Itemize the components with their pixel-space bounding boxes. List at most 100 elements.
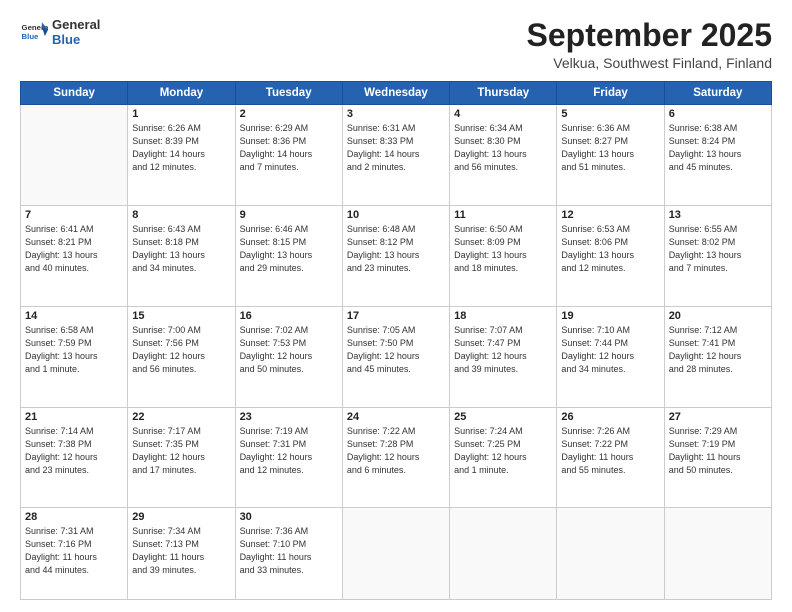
day-number: 12 <box>561 209 659 221</box>
day-info: Sunrise: 6:53 AMSunset: 8:06 PMDaylight:… <box>561 223 659 275</box>
col-wednesday: Wednesday <box>342 82 449 105</box>
table-row: 3 Sunrise: 6:31 AMSunset: 8:33 PMDaylight… <box>342 105 449 206</box>
table-row <box>342 508 449 600</box>
day-number: 8 <box>132 209 230 221</box>
day-info: Sunrise: 7:12 AMSunset: 7:41 PMDaylight:… <box>669 324 767 376</box>
day-number: 14 <box>25 310 123 322</box>
day-number: 26 <box>561 411 659 423</box>
day-info: Sunrise: 6:34 AMSunset: 8:30 PMDaylight:… <box>454 122 552 174</box>
col-thursday: Thursday <box>450 82 557 105</box>
table-row: 22Sunrise: 7:17 AMSunset: 7:35 PMDayligh… <box>128 407 235 508</box>
table-row <box>557 508 664 600</box>
page-header: General Blue General Blue September 2025… <box>20 18 772 71</box>
table-row: 25Sunrise: 7:24 AMSunset: 7:25 PMDayligh… <box>450 407 557 508</box>
col-sunday: Sunday <box>21 82 128 105</box>
col-saturday: Saturday <box>664 82 771 105</box>
day-info: Sunrise: 6:38 AMSunset: 8:24 PMDaylight:… <box>669 122 767 174</box>
table-row: 5 Sunrise: 6:36 AMSunset: 8:27 PMDaylight… <box>557 105 664 206</box>
table-row: 10 Sunrise: 6:48 AMSunset: 8:12 PMDayligh… <box>342 205 449 306</box>
table-row: 11 Sunrise: 6:50 AMSunset: 8:09 PMDayligh… <box>450 205 557 306</box>
day-info: Sunrise: 6:29 AMSunset: 8:36 PMDaylight:… <box>240 122 338 174</box>
day-number: 10 <box>347 209 445 221</box>
day-info: Sunrise: 6:55 AMSunset: 8:02 PMDaylight:… <box>669 223 767 275</box>
logo-icon: General Blue <box>20 19 48 47</box>
logo-general-text: General <box>52 18 100 33</box>
table-row: 19 Sunrise: 7:10 AMSunset: 7:44 PMDayligh… <box>557 306 664 407</box>
table-row: 30Sunrise: 7:36 AMSunset: 7:10 PMDayligh… <box>235 508 342 600</box>
day-info: Sunrise: 6:58 AMSunset: 7:59 PMDaylight:… <box>25 324 123 376</box>
day-info: Sunrise: 7:22 AMSunset: 7:28 PMDaylight:… <box>347 425 445 477</box>
day-info: Sunrise: 7:31 AMSunset: 7:16 PMDaylight:… <box>25 525 123 577</box>
day-info: Sunrise: 7:34 AMSunset: 7:13 PMDaylight:… <box>132 525 230 577</box>
day-number: 29 <box>132 511 230 523</box>
col-monday: Monday <box>128 82 235 105</box>
logo-blue-text: Blue <box>52 33 100 48</box>
day-number: 24 <box>347 411 445 423</box>
table-row: 7 Sunrise: 6:41 AMSunset: 8:21 PMDaylight… <box>21 205 128 306</box>
table-row: 9 Sunrise: 6:46 AMSunset: 8:15 PMDaylight… <box>235 205 342 306</box>
table-row: 8 Sunrise: 6:43 AMSunset: 8:18 PMDaylight… <box>128 205 235 306</box>
day-number: 3 <box>347 108 445 120</box>
day-info: Sunrise: 7:36 AMSunset: 7:10 PMDaylight:… <box>240 525 338 577</box>
calendar-table: Sunday Monday Tuesday Wednesday Thursday… <box>20 81 772 600</box>
table-row: 23 Sunrise: 7:19 AMSunset: 7:31 PMDayligh… <box>235 407 342 508</box>
table-row <box>450 508 557 600</box>
day-number: 6 <box>669 108 767 120</box>
day-info: Sunrise: 7:02 AMSunset: 7:53 PMDaylight:… <box>240 324 338 376</box>
table-row: 29 Sunrise: 7:34 AMSunset: 7:13 PMDayligh… <box>128 508 235 600</box>
title-block: September 2025 Velkua, Southwest Finland… <box>527 18 772 71</box>
day-number: 11 <box>454 209 552 221</box>
day-info: Sunrise: 7:07 AMSunset: 7:47 PMDaylight:… <box>454 324 552 376</box>
table-row <box>664 508 771 600</box>
table-row: 6 Sunrise: 6:38 AMSunset: 8:24 PMDaylight… <box>664 105 771 206</box>
day-number: 13 <box>669 209 767 221</box>
day-number: 4 <box>454 108 552 120</box>
day-number: 9 <box>240 209 338 221</box>
table-row: 4 Sunrise: 6:34 AMSunset: 8:30 PMDaylight… <box>450 105 557 206</box>
svg-text:Blue: Blue <box>22 32 40 41</box>
table-row: 2 Sunrise: 6:29 AMSunset: 8:36 PMDaylight… <box>235 105 342 206</box>
day-number: 16 <box>240 310 338 322</box>
day-number: 5 <box>561 108 659 120</box>
day-number: 19 <box>561 310 659 322</box>
day-number: 28 <box>25 511 123 523</box>
table-row: 21Sunrise: 7:14 AMSunset: 7:38 PMDayligh… <box>21 407 128 508</box>
day-info: Sunrise: 7:29 AMSunset: 7:19 PMDaylight:… <box>669 425 767 477</box>
day-info: Sunrise: 7:17 AMSunset: 7:35 PMDaylight:… <box>132 425 230 477</box>
day-info: Sunrise: 6:50 AMSunset: 8:09 PMDaylight:… <box>454 223 552 275</box>
col-tuesday: Tuesday <box>235 82 342 105</box>
day-number: 7 <box>25 209 123 221</box>
day-number: 27 <box>669 411 767 423</box>
table-row: 1 Sunrise: 6:26 AMSunset: 8:39 PMDaylight… <box>128 105 235 206</box>
day-info: Sunrise: 7:00 AMSunset: 7:56 PMDaylight:… <box>132 324 230 376</box>
day-info: Sunrise: 6:26 AMSunset: 8:39 PMDaylight:… <box>132 122 230 174</box>
table-row <box>21 105 128 206</box>
table-row: 20Sunrise: 7:12 AMSunset: 7:41 PMDayligh… <box>664 306 771 407</box>
table-row: 17Sunrise: 7:05 AMSunset: 7:50 PMDayligh… <box>342 306 449 407</box>
day-info: Sunrise: 6:41 AMSunset: 8:21 PMDaylight:… <box>25 223 123 275</box>
day-info: Sunrise: 6:31 AMSunset: 8:33 PMDaylight:… <box>347 122 445 174</box>
table-row: 15Sunrise: 7:00 AMSunset: 7:56 PMDayligh… <box>128 306 235 407</box>
table-row: 14 Sunrise: 6:58 AMSunset: 7:59 PMDayligh… <box>21 306 128 407</box>
day-info: Sunrise: 7:19 AMSunset: 7:31 PMDaylight:… <box>240 425 338 477</box>
day-info: Sunrise: 6:46 AMSunset: 8:15 PMDaylight:… <box>240 223 338 275</box>
table-row: 28 Sunrise: 7:31 AMSunset: 7:16 PMDayligh… <box>21 508 128 600</box>
month-title: September 2025 <box>527 18 772 53</box>
table-row: 24 Sunrise: 7:22 AMSunset: 7:28 PMDayligh… <box>342 407 449 508</box>
table-row: 16 Sunrise: 7:02 AMSunset: 7:53 PMDayligh… <box>235 306 342 407</box>
day-info: Sunrise: 6:48 AMSunset: 8:12 PMDaylight:… <box>347 223 445 275</box>
day-info: Sunrise: 6:36 AMSunset: 8:27 PMDaylight:… <box>561 122 659 174</box>
day-number: 1 <box>132 108 230 120</box>
day-info: Sunrise: 7:14 AMSunset: 7:38 PMDaylight:… <box>25 425 123 477</box>
day-number: 2 <box>240 108 338 120</box>
table-row: 26Sunrise: 7:26 AMSunset: 7:22 PMDayligh… <box>557 407 664 508</box>
day-number: 23 <box>240 411 338 423</box>
table-row: 13 Sunrise: 6:55 AMSunset: 8:02 PMDayligh… <box>664 205 771 306</box>
col-friday: Friday <box>557 82 664 105</box>
day-info: Sunrise: 7:05 AMSunset: 7:50 PMDaylight:… <box>347 324 445 376</box>
day-info: Sunrise: 6:43 AMSunset: 8:18 PMDaylight:… <box>132 223 230 275</box>
logo: General Blue General Blue <box>20 18 100 48</box>
location-text: Velkua, Southwest Finland, Finland <box>527 55 772 71</box>
day-info: Sunrise: 7:10 AMSunset: 7:44 PMDaylight:… <box>561 324 659 376</box>
day-number: 25 <box>454 411 552 423</box>
